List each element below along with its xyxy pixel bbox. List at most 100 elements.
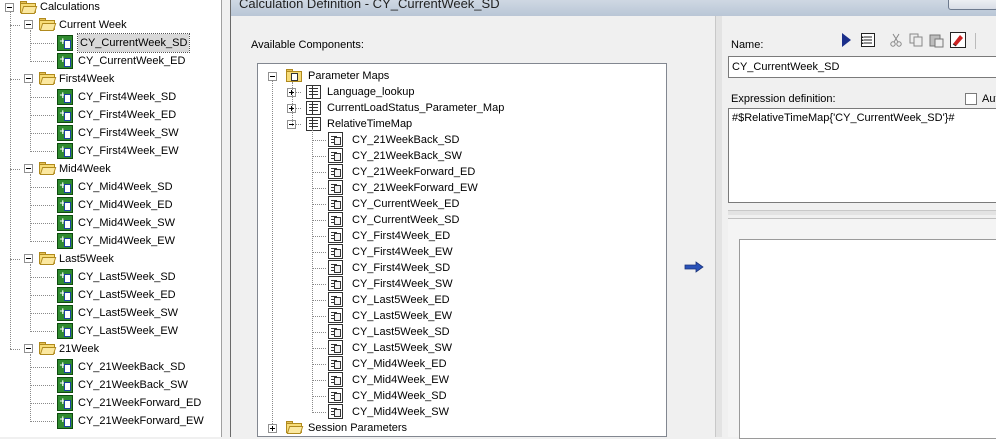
horizontal-splitter[interactable]	[728, 210, 996, 215]
tree-calculation-item[interactable]: CY_First4Week_SD	[0, 87, 221, 106]
tree-parameter-entry[interactable]: CY_Last5Week_EW	[258, 308, 666, 324]
tree-parameter-entry[interactable]: CY_First4Week_ED	[258, 228, 666, 244]
tree-item-label: CY_Mid4Week_EW	[352, 374, 449, 386]
calculation-icon	[57, 51, 73, 69]
tree-calculation-item[interactable]: CY_Mid4Week_SD	[0, 177, 221, 196]
tree-parameter-entry[interactable]: CY_Last5Week_SD	[258, 324, 666, 340]
tree-parameter-entry[interactable]: CY_Mid4Week_EW	[258, 372, 666, 388]
tree-calculation-item[interactable]: CY_Mid4Week_ED	[0, 195, 221, 214]
collapse-toggle[interactable]	[24, 164, 33, 173]
tree-calculation-item[interactable]: CY_21WeekBack_SD	[0, 357, 221, 376]
properties-icon[interactable]	[859, 31, 877, 49]
tree-parameter-entry[interactable]: CY_Mid4Week_SW	[258, 404, 666, 420]
tree-item-label: CY_First4Week_ED	[352, 230, 451, 242]
tree-group-node[interactable]: Last5Week	[0, 250, 221, 268]
tree-node-parameter-maps[interactable]: Parameter Maps	[258, 68, 666, 84]
tree-parameter-entry[interactable]: CY_First4Week_EW	[258, 244, 666, 260]
tree-group-node[interactable]: 21Week	[0, 340, 221, 358]
parameter-icon	[328, 180, 343, 195]
tree-calculation-item[interactable]: CY_21WeekForward_ED	[0, 393, 221, 412]
tree-calculation-item[interactable]: CY_Last5Week_ED	[0, 285, 221, 304]
close-button[interactable]	[948, 0, 996, 10]
tree-calculation-item[interactable]: CY_21WeekForward_EW	[0, 411, 221, 430]
parameter-icon	[328, 324, 343, 339]
collapse-toggle[interactable]	[24, 344, 33, 353]
auto-checkbox[interactable]	[965, 93, 977, 105]
copy-icon[interactable]	[907, 31, 925, 49]
tree-calculation-item[interactable]: CY_Last5Week_SD	[0, 267, 221, 286]
tree-item-label: CY_Last5Week_SW	[352, 342, 453, 354]
tree-group-node[interactable]: First4Week	[0, 70, 221, 88]
tree-item-label: CY_CurrentWeek_SD	[352, 214, 460, 226]
tree-group-node[interactable]: Mid4Week	[0, 160, 221, 178]
calculation-icon	[57, 33, 73, 51]
tree-calculation-item[interactable]: CY_First4Week_EW	[0, 141, 221, 160]
tree-item-label: CY_Last5Week_ED	[78, 289, 176, 301]
collapse-toggle[interactable]	[24, 74, 33, 83]
folder-icon	[39, 162, 57, 175]
collapse-toggle[interactable]	[24, 20, 33, 29]
dialog-title-bar[interactable]: Calculation Definition - CY_CurrentWeek_…	[231, 0, 996, 16]
tree-calculation-item[interactable]: CY_21WeekBack_SW	[0, 375, 221, 394]
tree-item-label: CY_Mid4Week_ED	[352, 358, 447, 370]
paste-icon[interactable]	[927, 31, 945, 49]
tree-parameter-entry[interactable]: CY_Last5Week_SW	[258, 340, 666, 356]
insert-arrow-icon[interactable]	[684, 261, 704, 273]
tree-parameter-entry[interactable]: CY_CurrentWeek_SD	[258, 212, 666, 228]
tree-parameter-entry[interactable]: CY_21WeekBack_SD	[258, 132, 666, 148]
tree-calculation-item[interactable]: CY_First4Week_SW	[0, 123, 221, 142]
tree-parameter-entry[interactable]: CY_Last5Week_ED	[258, 292, 666, 308]
parameter-maps-folder-icon	[286, 69, 302, 82]
calculation-icon	[57, 213, 73, 231]
tree-parameter-entry[interactable]: CY_21WeekBack_SW	[258, 148, 666, 164]
cut-icon[interactable]	[887, 31, 905, 49]
parameter-icon	[328, 164, 343, 179]
tree-parameter-entry[interactable]: CY_First4Week_SW	[258, 276, 666, 292]
tree-calculation-item[interactable]: CY_Last5Week_SW	[0, 303, 221, 322]
parameter-map-icon	[306, 85, 321, 99]
tree-group-node[interactable]: Current Week	[0, 16, 221, 34]
tree-item-label: CY_Mid4Week_SD	[352, 390, 447, 402]
clear-icon[interactable]	[949, 31, 967, 49]
tree-calculation-item[interactable]: CY_Last5Week_EW	[0, 321, 221, 340]
tree-parameter-entry[interactable]: CY_First4Week_SD	[258, 260, 666, 276]
tree-node-parameter-map[interactable]: CurrentLoadStatus_Parameter_Map	[258, 100, 666, 116]
left-scrollbar[interactable]	[221, 0, 222, 437]
tree-parameter-entry[interactable]: CY_Mid4Week_ED	[258, 356, 666, 372]
calculation-icon	[57, 303, 73, 321]
calculation-icon	[57, 411, 73, 429]
tree-item-label: CY_CurrentWeek_ED	[78, 55, 186, 67]
vertical-splitter[interactable]	[715, 16, 722, 437]
parameter-icon	[328, 404, 343, 419]
tree-node-calculations[interactable]: Calculations	[0, 0, 221, 16]
calculation-icon	[57, 87, 73, 105]
tree-node-label: Parameter Maps	[308, 70, 390, 82]
tree-node-session-parameters[interactable]: Session Parameters	[258, 420, 666, 436]
tree-item-label: CY_First4Week_SD	[78, 91, 177, 103]
expression-editor[interactable]: #$RelativeTimeMap{'CY_CurrentWeek_SD'}#	[728, 108, 996, 203]
tree-item-label: CY_Mid4Week_SD	[78, 181, 173, 193]
tree-node-parameter-map[interactable]: RelativeTimeMap	[258, 116, 666, 132]
tree-item-label: CY_Mid4Week_SW	[352, 406, 449, 418]
collapse-toggle[interactable]	[5, 3, 14, 12]
tree-calculation-item[interactable]: CY_CurrentWeek_SD	[0, 33, 221, 53]
run-icon[interactable]	[837, 31, 855, 49]
tree-calculation-item[interactable]: CY_Mid4Week_SW	[0, 213, 221, 232]
expand-toggle[interactable]	[268, 424, 277, 433]
tree-item-label: CY_CurrentWeek_ED	[352, 198, 460, 210]
information-panel	[728, 218, 996, 439]
tree-parameter-entry[interactable]: CY_21WeekForward_EW	[258, 180, 666, 196]
tree-calculation-item[interactable]: CY_Mid4Week_EW	[0, 231, 221, 250]
calculation-icon	[57, 375, 73, 393]
tree-node-parameter-map[interactable]: Language_lookup	[258, 84, 666, 100]
tree-calculation-item[interactable]: CY_CurrentWeek_ED	[0, 51, 221, 70]
tree-calculation-item[interactable]: CY_First4Week_ED	[0, 105, 221, 124]
collapse-toggle[interactable]	[24, 254, 33, 263]
name-field[interactable]	[728, 56, 996, 78]
tree-parameter-entry[interactable]: CY_Mid4Week_SD	[258, 388, 666, 404]
tree-node-label: Session Parameters	[308, 422, 408, 434]
tree-parameter-entry[interactable]: CY_21WeekForward_ED	[258, 164, 666, 180]
available-components-tree[interactable]: Parameter Maps Language_lookup CurrentLoad…	[257, 63, 667, 437]
tree-parameter-entry[interactable]: CY_CurrentWeek_ED	[258, 196, 666, 212]
model-tree-pane[interactable]: Calculations Current Week CY_CurrentWeek_…	[0, 0, 222, 437]
